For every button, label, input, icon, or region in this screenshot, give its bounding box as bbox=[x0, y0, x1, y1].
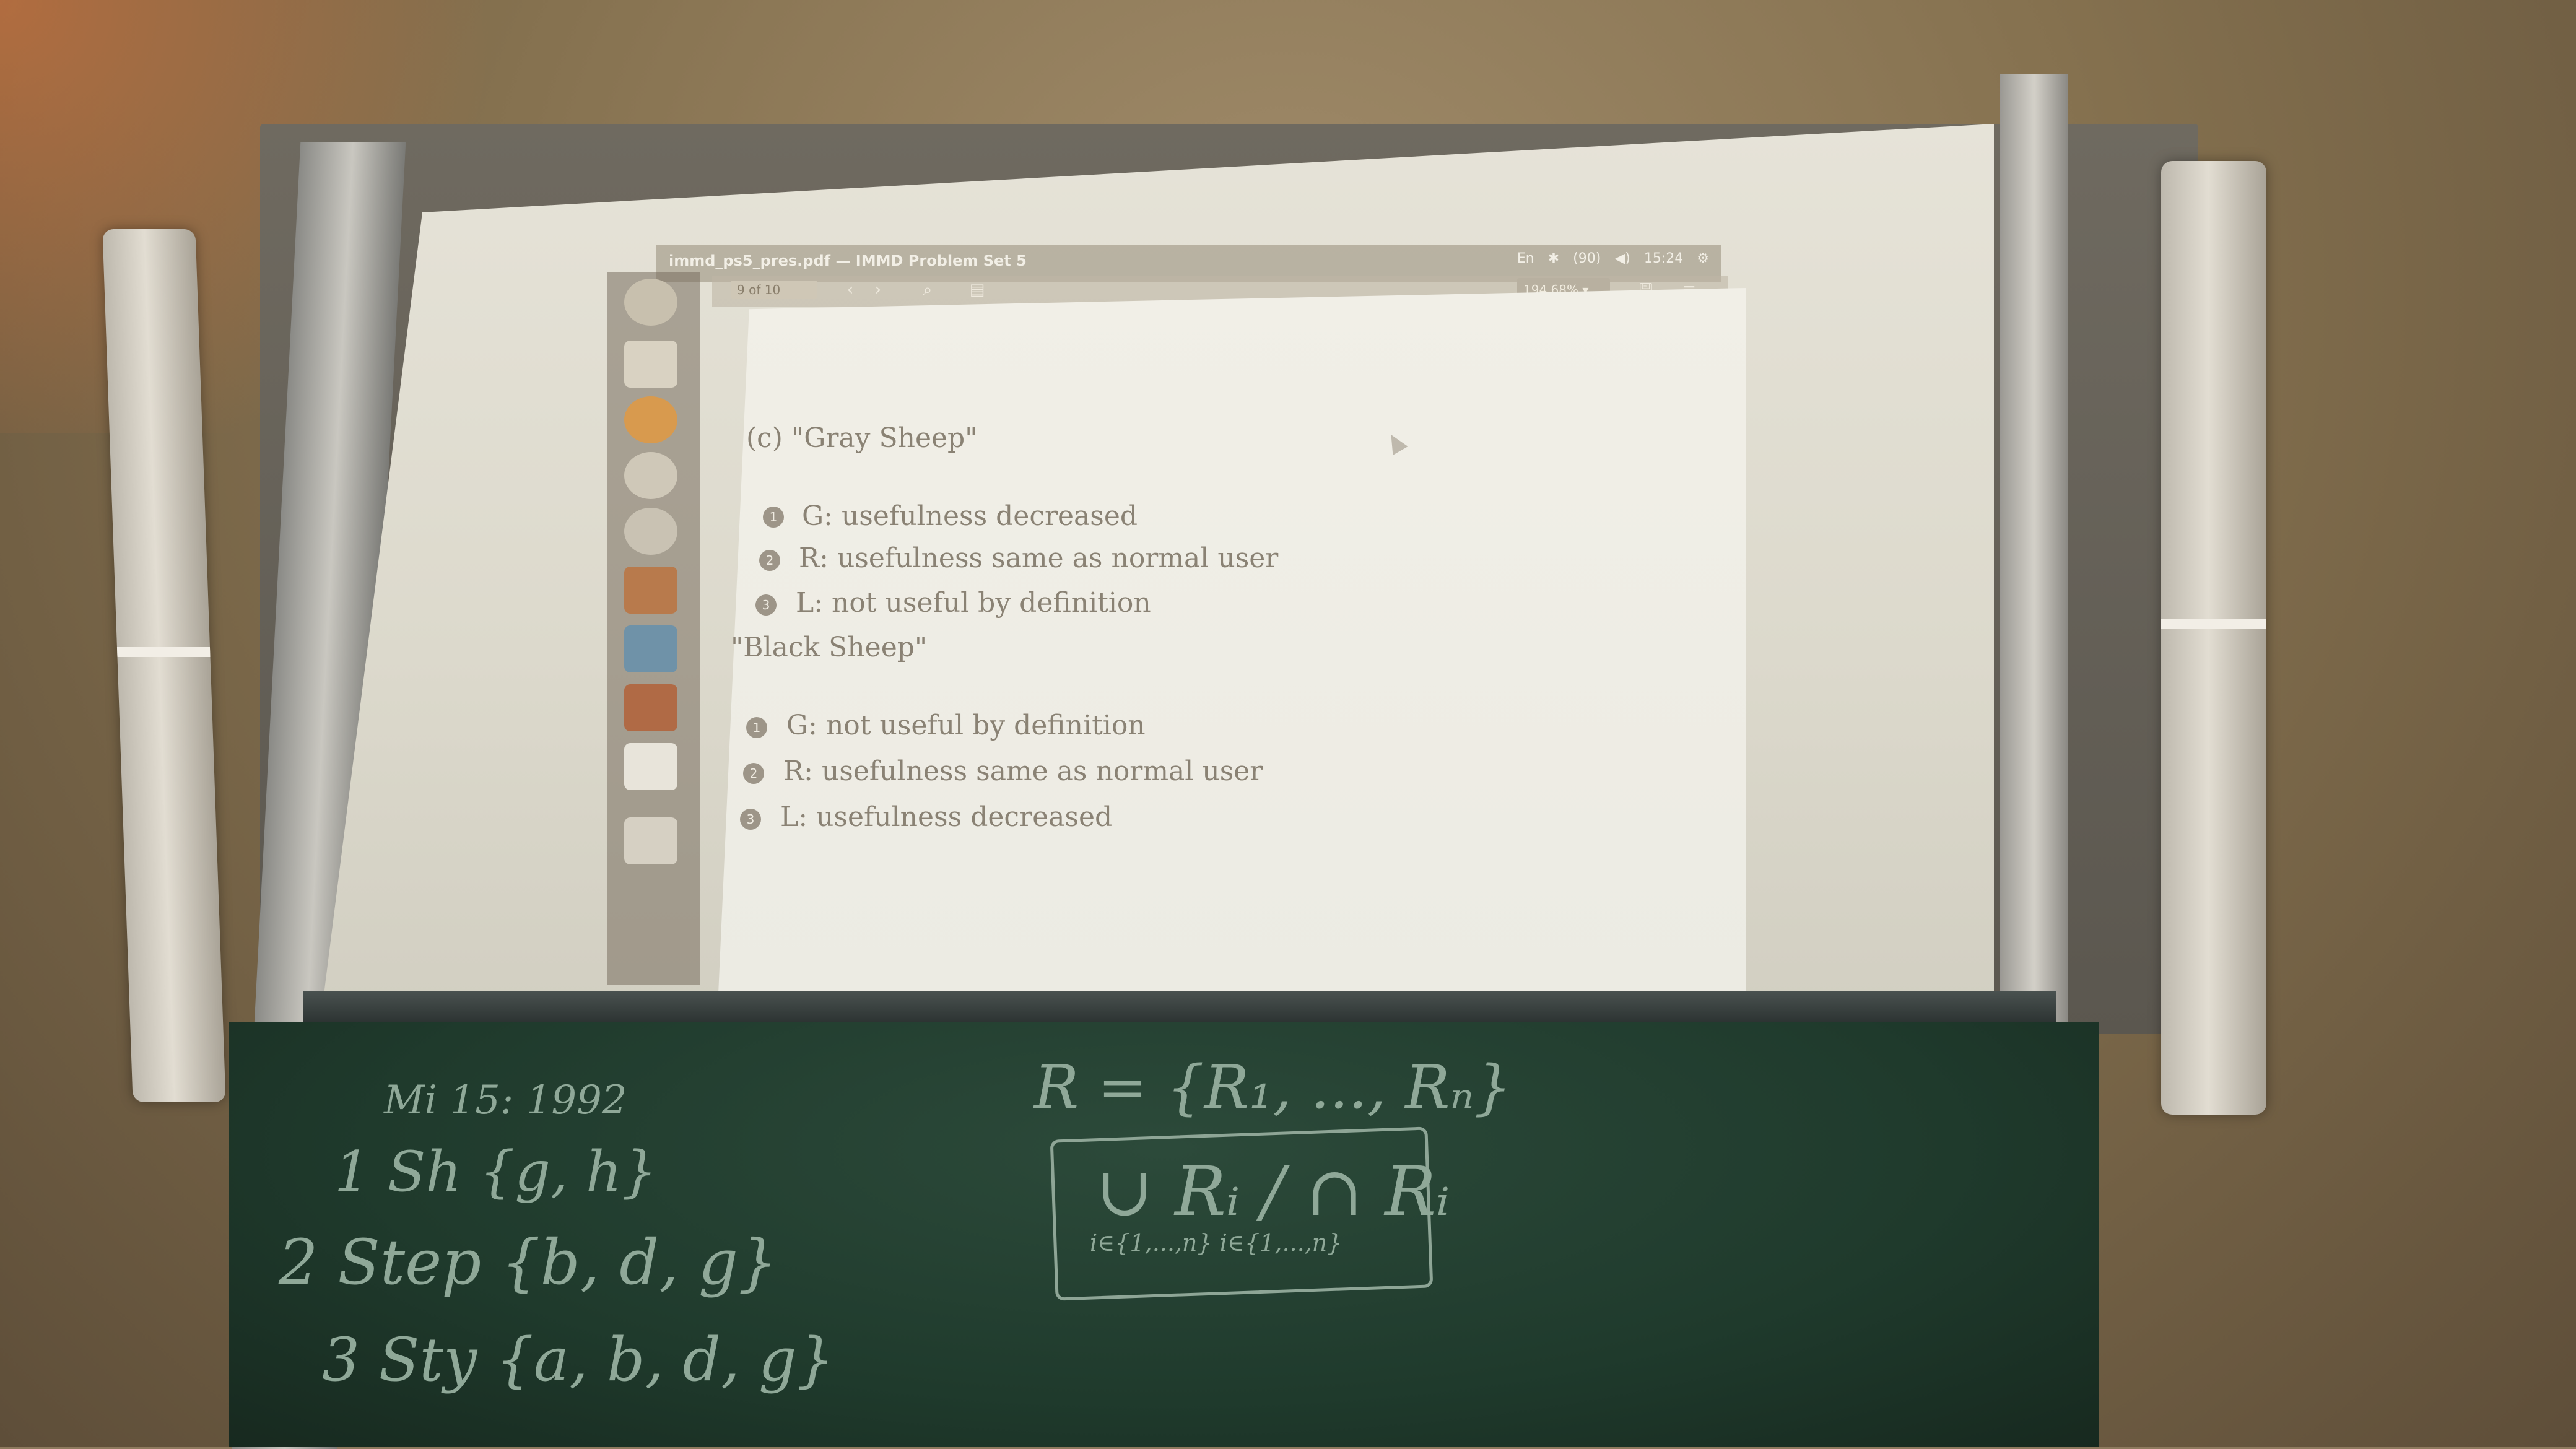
search-icon[interactable]: ⌕ bbox=[916, 279, 939, 300]
system-settings-icon[interactable] bbox=[624, 452, 677, 499]
gray-sheep-item: G: usefulness decreased bbox=[802, 500, 1138, 532]
chalk-formula-subscript: i∈{1,...,n} i∈{1,...,n} bbox=[1090, 1229, 1342, 1256]
document-viewer-icon[interactable] bbox=[624, 743, 677, 790]
trash-icon[interactable] bbox=[624, 817, 677, 864]
files-icon[interactable] bbox=[624, 341, 677, 388]
terminal-icon[interactable] bbox=[624, 684, 677, 731]
status-area: En ✱ (90) ◀) 15:24 ⚙ bbox=[1517, 251, 1709, 266]
dash-home-icon[interactable] bbox=[624, 279, 677, 326]
chalk-line: 1 Sh {g, h} bbox=[334, 1139, 658, 1204]
chalk-line: 2 Step {b, d, g} bbox=[279, 1226, 778, 1299]
black-sheep-item: R: usefulness same as normal user bbox=[783, 755, 1263, 787]
system-monitor-icon[interactable] bbox=[624, 625, 677, 672]
black-sheep-item: G: not useful by definition bbox=[786, 710, 1146, 741]
speaker-band bbox=[2161, 619, 2266, 629]
bluetooth-icon[interactable]: ✱ bbox=[1548, 251, 1559, 266]
gray-sheep-item: R: usefulness same as normal user bbox=[799, 542, 1279, 574]
bullet-number: 1 bbox=[763, 507, 784, 528]
chalk-line: 3 Sty {a, b, d, g} bbox=[322, 1325, 835, 1395]
chalk-formula-union-intersection: ∪ Rᵢ / ∩ Rᵢ bbox=[1096, 1152, 1450, 1231]
bullet-number: 3 bbox=[755, 594, 777, 616]
bullet-number: 2 bbox=[743, 763, 764, 784]
window-title: immd_ps5_pres.pdf — IMMD Problem Set 5 bbox=[669, 252, 1027, 269]
bullet-number: 1 bbox=[746, 717, 767, 738]
sidebar-toggle-icon[interactable]: ▤ bbox=[966, 279, 988, 300]
launcher-sidebar bbox=[607, 272, 700, 985]
bullet-number: 2 bbox=[759, 550, 780, 571]
image-viewer-icon[interactable] bbox=[624, 567, 677, 614]
page-number-field[interactable]: 9 of 10 bbox=[731, 281, 817, 299]
chalk-formula-top: R = {R₁, ..., Rₙ} bbox=[1034, 1053, 1512, 1122]
keyboard-layout-indicator[interactable]: En bbox=[1517, 251, 1534, 266]
chalk-line: Mi 15: 1992 bbox=[384, 1077, 627, 1123]
battery-indicator[interactable]: (90) bbox=[1573, 251, 1601, 266]
black-sheep-heading: "Black Sheep" bbox=[731, 632, 928, 663]
help-icon[interactable] bbox=[624, 508, 677, 555]
firefox-icon[interactable] bbox=[624, 396, 677, 443]
previous-page-button[interactable]: ‹ bbox=[839, 279, 861, 300]
gray-sheep-item: L: not useful by definition bbox=[796, 587, 1151, 619]
black-sheep-item: L: usefulness decreased bbox=[780, 801, 1113, 833]
bullet-number: 3 bbox=[740, 809, 761, 830]
gray-sheep-heading: (c) "Gray Sheep" bbox=[746, 422, 978, 454]
board-ledge bbox=[303, 991, 2056, 1022]
volume-icon[interactable]: ◀) bbox=[1614, 251, 1630, 266]
clock[interactable]: 15:24 bbox=[1644, 251, 1683, 266]
settings-gear-icon[interactable]: ⚙ bbox=[1697, 251, 1709, 266]
speaker-right bbox=[2161, 161, 2266, 1115]
next-page-button[interactable]: › bbox=[867, 279, 889, 300]
speaker-band bbox=[116, 647, 211, 657]
